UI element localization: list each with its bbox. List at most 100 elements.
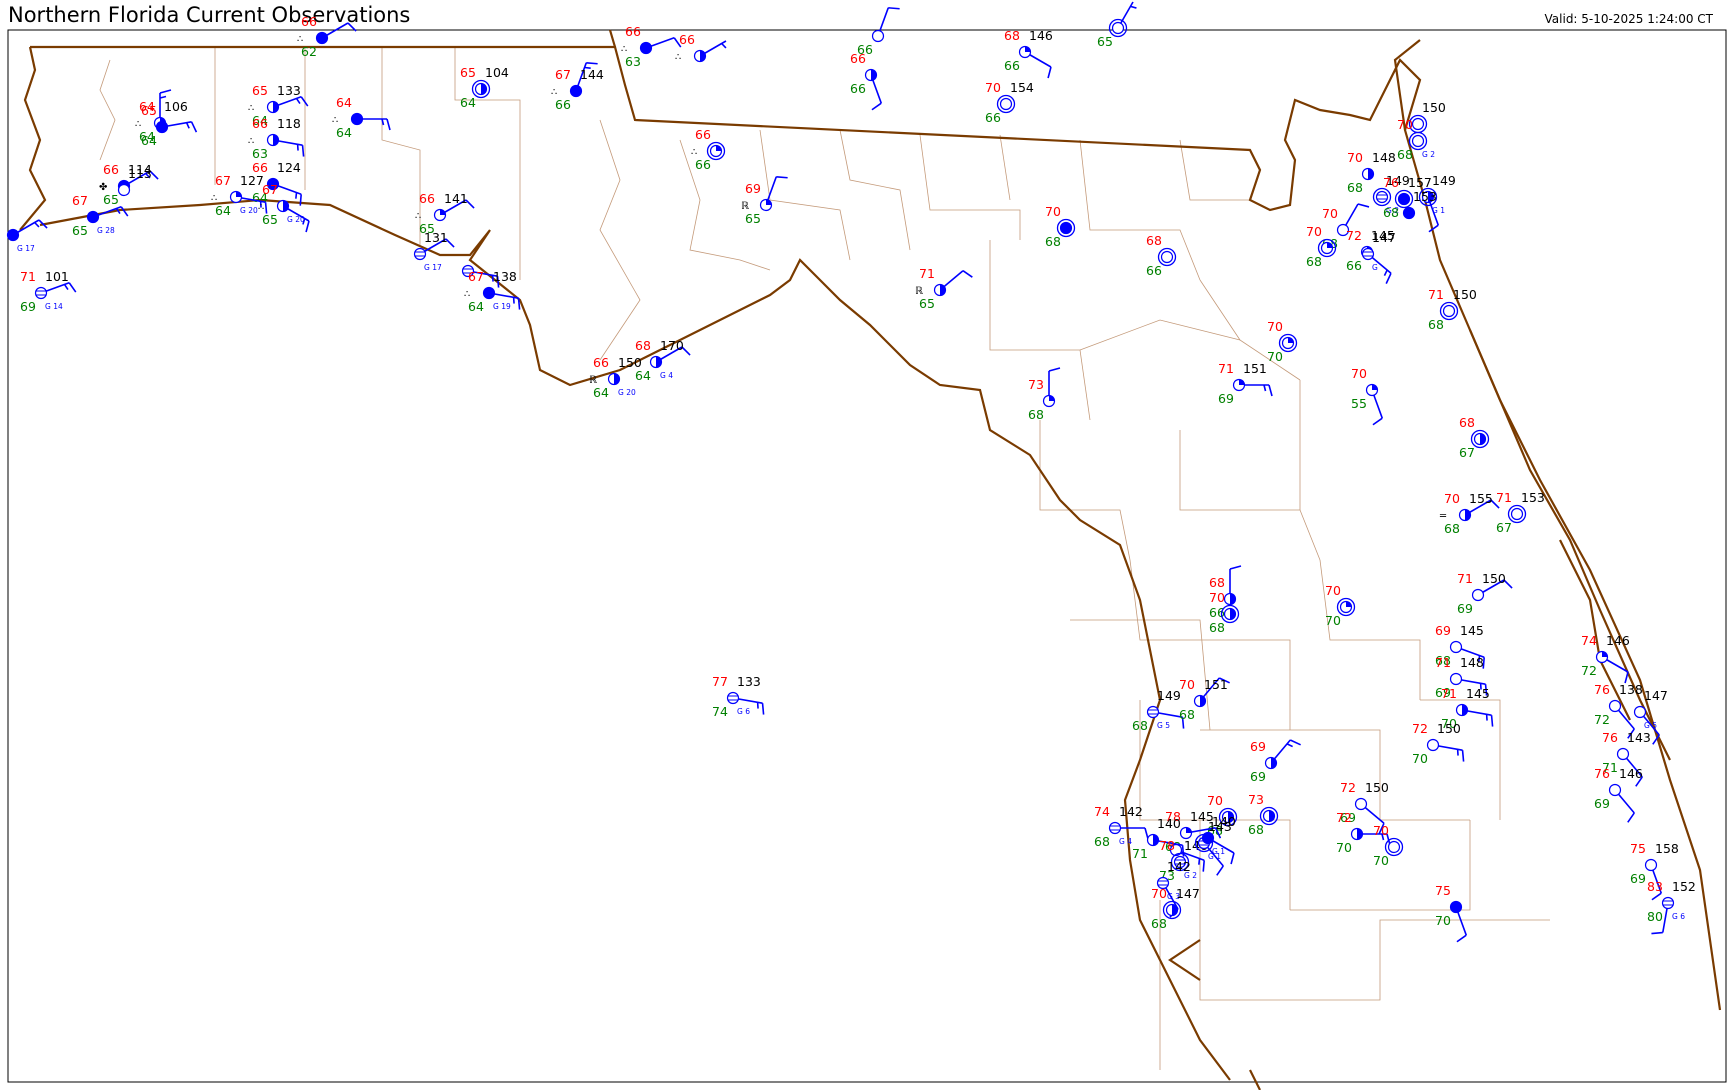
weather-symbol: ℝ <box>915 286 923 297</box>
sky-quarter-fill <box>1239 379 1245 385</box>
sky-cover-icon <box>34 286 48 300</box>
wind-barb-flag <box>1461 750 1465 762</box>
wind-barb-flag <box>301 145 305 157</box>
pressure-label: 141 <box>444 191 468 206</box>
temperature-label: 71 <box>1496 490 1512 505</box>
weather-symbol: ∴ <box>248 103 254 114</box>
dewpoint-label: 68 <box>1132 718 1148 733</box>
wind-barb-half-flag <box>1263 384 1267 392</box>
temperature-label: 66 <box>252 116 268 131</box>
dewpoint-label: 68 <box>1306 254 1322 269</box>
dewpoint-label: 55 <box>1351 396 1367 411</box>
sky-cover-icon <box>1616 747 1630 761</box>
station-plot: 66 ∴ <box>675 32 727 63</box>
dewpoint-label: 68 <box>1045 234 1061 249</box>
temperature-label: 67 <box>262 182 278 197</box>
station-plot: 6663∴ <box>621 24 682 69</box>
station-plot: 70 66 154 <box>985 80 1034 125</box>
pressure-label: 152 <box>1672 879 1696 894</box>
temperature-label: 65 <box>252 83 268 98</box>
temperature-label: 66 <box>419 191 435 206</box>
dewpoint-label: 69 <box>1630 871 1646 886</box>
temperature-label: 71 <box>1428 287 1444 302</box>
pressure-label: 170 <box>660 338 684 353</box>
temperature-label: 76 <box>1602 730 1618 745</box>
temperature-label: 73 <box>1248 792 1264 807</box>
wind-barb-half-flag <box>159 95 167 99</box>
dewpoint-label: 65 <box>1097 34 1113 49</box>
dewpoint-label: 65 <box>103 192 119 207</box>
dewpoint-label: 72 <box>1581 663 1597 678</box>
gust-label: G 5 <box>1157 721 1170 730</box>
dewpoint-label: 70 <box>1435 913 1451 928</box>
temperature-label: 67 <box>215 173 231 188</box>
wind-barb-flag <box>300 96 309 107</box>
station-plot: 71 65ℝ <box>915 266 973 311</box>
station-plot: 131 G 17 <box>413 230 455 272</box>
pressure-label: 146 <box>1619 766 1643 781</box>
weather-symbol: ∴ <box>297 34 303 45</box>
weather-symbol: ∴ <box>332 115 338 126</box>
temperature-label: 66 <box>679 32 695 47</box>
dewpoint-label: 69 <box>1218 391 1234 406</box>
wind-barb-flag <box>1372 417 1383 426</box>
sky-cover-icon <box>6 228 20 242</box>
dewpoint-label: 62 <box>301 44 317 59</box>
dewpoint-label: 80 <box>1647 909 1663 924</box>
temperature-label: 72 <box>1346 228 1362 243</box>
sky-cover-icon <box>999 97 1013 111</box>
dewpoint-label: 66 <box>850 81 866 96</box>
dewpoint-label: 66 <box>985 110 1001 125</box>
weather-symbol: ∴ <box>691 147 697 158</box>
pressure-label: 145 <box>1466 686 1490 701</box>
dewpoint-label: 68 <box>1094 834 1110 849</box>
temperature-label: 66 <box>301 14 317 29</box>
sky-quarter-fill <box>1346 601 1352 607</box>
wind-barb-flag <box>68 282 77 293</box>
wind-barb-flag <box>159 89 172 94</box>
dewpoint-label: 70 <box>1336 840 1352 855</box>
station-plot: 77 74 133 G 6 <box>712 674 765 719</box>
station-plot: 70 70 <box>1373 823 1404 868</box>
dewpoint-label: 68 <box>1209 620 1225 635</box>
weather-symbol: ✤ <box>99 182 107 193</box>
dewpoint-label: 74 <box>712 704 728 719</box>
wind-barb-flag <box>761 703 765 715</box>
gust-label: G 17 <box>17 244 35 253</box>
temperature-label: 70 <box>1179 677 1195 692</box>
dewpoint-label: 65 <box>745 211 761 226</box>
temperature-label: 70 <box>1306 224 1322 239</box>
temperature-label: 68 <box>1209 575 1225 590</box>
pressure-label: 150 <box>1453 287 1477 302</box>
temperature-label: 65 <box>460 65 476 80</box>
sky-quarter-fill <box>1186 827 1192 833</box>
pressure-label: 149 <box>1157 688 1181 703</box>
dewpoint-label: 64 <box>468 299 484 314</box>
sky-cover-icon <box>1108 821 1122 835</box>
station-plot: 67 65 G 28 <box>72 193 129 238</box>
station-plot: 65 64 104 <box>460 65 509 110</box>
dewpoint-label: 65 <box>72 223 88 238</box>
wind-barb-half-flag <box>295 192 298 199</box>
pressure-label: 131 <box>424 230 448 245</box>
pressure-label: 146 <box>1029 28 1053 43</box>
sky-quarter-fill <box>1372 384 1378 390</box>
dewpoint-label: 66 <box>1146 263 1162 278</box>
temperature-label: 76 <box>1594 766 1610 781</box>
gust-label: G 2 <box>1422 150 1435 159</box>
temperature-label: 67 <box>72 193 88 208</box>
dewpoint-label: 65 <box>919 296 935 311</box>
station-plot: 67 66 144 ∴ <box>551 62 604 112</box>
dewpoint-label: 64 <box>593 385 609 400</box>
weather-symbol: ═ <box>1439 511 1447 522</box>
station-plot: 69 69 <box>1250 739 1301 784</box>
weather-symbol: ∴ <box>464 289 470 300</box>
dewpoint-label: 66 <box>555 97 571 112</box>
weather-symbol: ∴ <box>415 211 421 222</box>
weather-symbol: ∴ <box>621 44 627 55</box>
wind-barb-half-flag <box>1198 858 1201 865</box>
temperature-label: 66 <box>593 355 609 370</box>
wind-barb-half-flag <box>185 122 190 129</box>
gust-label: G 20 <box>618 388 636 397</box>
pressure-label: 157 <box>1408 175 1432 190</box>
